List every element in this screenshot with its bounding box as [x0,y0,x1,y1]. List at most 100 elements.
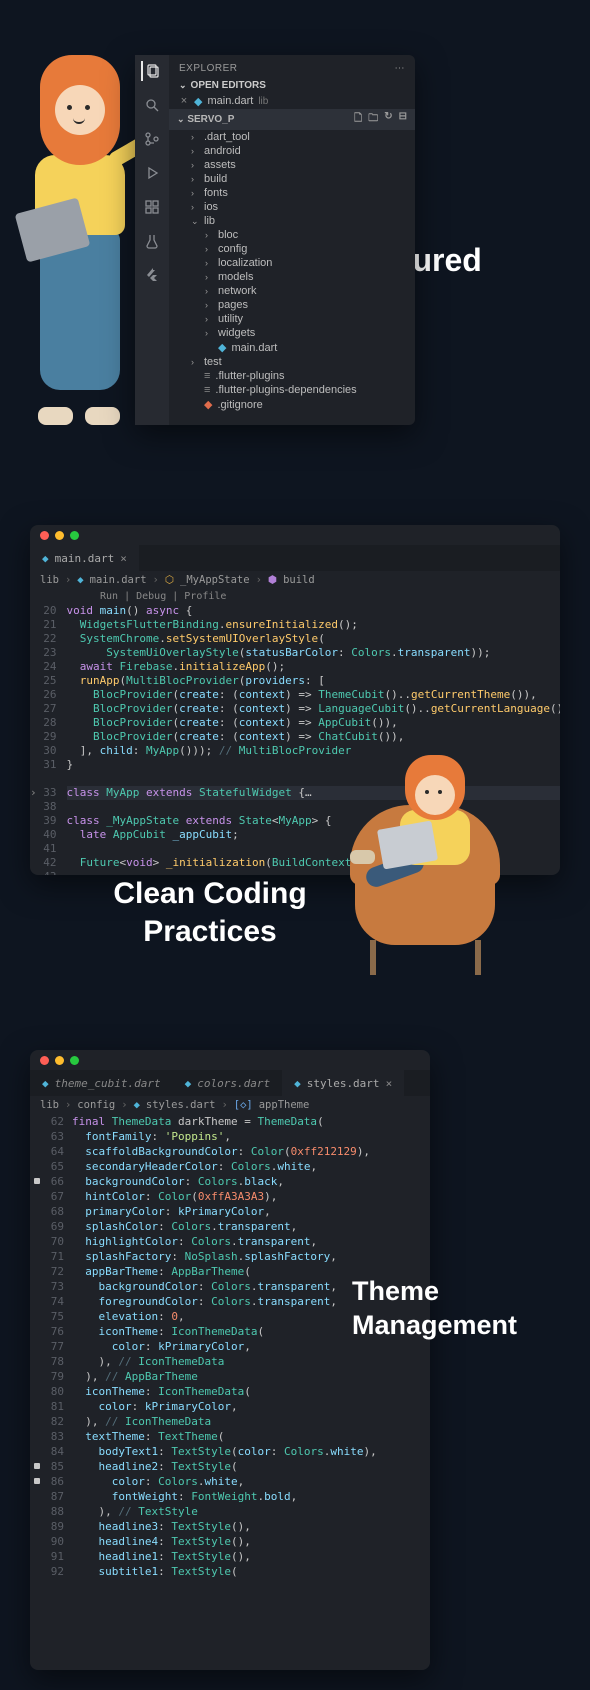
breadcrumb[interactable]: lib› ◆ main.dart› ⬡ _MyAppState› ⬢ build [30,571,560,589]
more-icon[interactable]: ⋯ [395,63,406,74]
tab-theme_cubit-dart[interactable]: ◆theme_cubit.dart [30,1070,173,1096]
code-line[interactable]: secondaryHeaderColor: Colors.white, [72,1159,430,1174]
source-control-icon[interactable] [142,129,162,149]
code-lines[interactable]: final ThemeData darkTheme = ThemeData( f… [72,1114,430,1579]
code-line[interactable]: BlocProvider(create: (context) => Langua… [67,702,561,716]
breadcrumb-item[interactable]: build [283,574,315,586]
code-line[interactable]: ), // IconThemeData [72,1414,430,1429]
folder-item[interactable]: ›fonts [169,186,415,200]
code-line[interactable]: highlightColor: Colors.transparent, [72,1234,430,1249]
code-line[interactable]: await Firebase.initializeApp(); [67,660,561,674]
code-line[interactable]: final ThemeData darkTheme = ThemeData( [72,1114,430,1129]
code-line[interactable]: backgroundColor: Colors.black, [72,1174,430,1189]
new-file-icon[interactable]: 🗋 [354,111,362,128]
dart-file-icon: ◆ [42,1077,49,1090]
code-line[interactable]: runApp(MultiBlocProvider(providers: [ [67,674,561,688]
code-line[interactable]: scaffoldBackgroundColor: Color(0xff21212… [72,1144,430,1159]
code-line[interactable]: BlocProvider(create: (context) => ChatCu… [67,730,561,744]
close-tab-icon[interactable]: × [386,1077,393,1090]
maximize-window-icon[interactable] [70,531,79,540]
folder-item[interactable]: ›bloc [169,228,415,242]
folder-item[interactable]: ›utility [169,312,415,326]
code-line[interactable]: BlocProvider(create: (context) => AppCub… [67,716,561,730]
code-line[interactable]: headline3: TextStyle(), [72,1519,430,1534]
close-window-icon[interactable] [40,531,49,540]
refresh-icon[interactable]: ↻ [384,111,392,128]
code-area[interactable]: 6263646566676869707172737475767778798081… [30,1114,430,1579]
tab-main-dart[interactable]: ◆ main.dart × [30,545,139,571]
testing-icon[interactable] [142,231,162,251]
file-item[interactable]: ◆main.dart [169,340,415,355]
file-item[interactable]: ≡.flutter-plugins [169,369,415,383]
code-line[interactable]: splashColor: Colors.transparent, [72,1219,430,1234]
file-item[interactable]: ◆.gitignore [169,397,415,412]
folder-item[interactable]: ›models [169,270,415,284]
folder-item[interactable]: ›android [169,144,415,158]
open-editors-section[interactable]: ⌄ OPEN EDITORS [169,78,415,93]
folder-item[interactable]: ›build [169,172,415,186]
code-line[interactable]: ), // AppBarTheme [72,1369,430,1384]
code-line[interactable]: SystemChrome.setSystemUIOverlayStyle( [67,632,561,646]
code-line[interactable]: bodyText1: TextStyle(color: Colors.white… [72,1444,430,1459]
breadcrumb-item[interactable]: lib [40,574,59,586]
folder-item[interactable]: ⌄lib [169,214,415,228]
code-line[interactable]: splashFactory: NoSplash.splashFactory, [72,1249,430,1264]
folder-item[interactable]: ›widgets [169,326,415,340]
files-icon[interactable] [141,61,161,81]
maximize-window-icon[interactable] [70,1056,79,1065]
code-line[interactable]: SystemUiOverlayStyle(statusBarColor: Col… [67,646,561,660]
folder-item[interactable]: ›assets [169,158,415,172]
breadcrumb-item[interactable]: _MyAppState [180,574,250,586]
code-line[interactable]: iconTheme: IconThemeData( [72,1384,430,1399]
code-line[interactable]: ), // TextStyle [72,1504,430,1519]
folder-item[interactable]: ›localization [169,256,415,270]
open-editor-item[interactable]: × ◆ main.dart lib [169,93,415,109]
file-item[interactable]: ≡.flutter-plugins-dependencies [169,383,415,397]
extensions-icon[interactable] [142,197,162,217]
new-folder-icon[interactable]: 🗀 [368,111,378,128]
breadcrumb-item[interactable]: appTheme [259,1099,310,1111]
close-tab-icon[interactable]: × [120,552,127,565]
flutter-icon[interactable] [142,265,162,285]
code-line[interactable]: headline1: TextStyle(), [72,1549,430,1564]
close-window-icon[interactable] [40,1056,49,1065]
folder-item[interactable]: ›test [169,355,415,369]
code-line[interactable]: hintColor: Color(0xffA3A3A3), [72,1189,430,1204]
minimize-window-icon[interactable] [55,531,64,540]
tree-item-label: network [218,285,257,297]
code-line[interactable]: color: Colors.white, [72,1474,430,1489]
file-tree: ›.dart_tool›android›assets›build›fonts›i… [169,130,415,412]
project-section[interactable]: ⌄ SERVO_P 🗋 🗀 ↻ ⊟ [169,109,415,130]
tab-colors-dart[interactable]: ◆colors.dart [173,1070,282,1096]
code-line[interactable]: headline2: TextStyle( [72,1459,430,1474]
breadcrumb-item[interactable]: main.dart [90,574,147,586]
search-icon[interactable] [142,95,162,115]
code-line[interactable]: headline4: TextStyle(), [72,1534,430,1549]
folder-item[interactable]: ›network [169,284,415,298]
code-lens-run[interactable]: Run | Debug | Profile [30,589,560,604]
code-line[interactable]: primaryColor: kPrimaryColor, [72,1204,430,1219]
code-line[interactable]: fontFamily: 'Poppins', [72,1129,430,1144]
close-icon[interactable]: × [179,95,189,107]
folder-item[interactable]: ›pages [169,298,415,312]
code-line[interactable]: color: kPrimaryColor, [72,1399,430,1414]
folder-item[interactable]: ›config [169,242,415,256]
breadcrumb[interactable]: lib› config› ◆ styles.dart› [◇] appTheme [30,1096,430,1114]
folder-item[interactable]: ›.dart_tool [169,130,415,144]
breadcrumb-item[interactable]: config [77,1099,115,1111]
code-line[interactable]: ), // IconThemeData [72,1354,430,1369]
code-line[interactable]: textTheme: TextTheme( [72,1429,430,1444]
code-line[interactable]: fontWeight: FontWeight.bold, [72,1489,430,1504]
code-line[interactable]: WidgetsFlutterBinding.ensureInitialized(… [67,618,561,632]
tab-styles-dart[interactable]: ◆styles.dart× [282,1070,404,1096]
debug-icon[interactable] [142,163,162,183]
collapse-icon[interactable]: ⊟ [399,111,407,128]
code-line[interactable]: subtitle1: TextStyle( [72,1564,430,1579]
breadcrumb-item[interactable]: lib [40,1099,59,1111]
tree-item-label: .dart_tool [204,131,250,143]
code-line[interactable]: void main() async { [67,604,561,618]
breadcrumb-item[interactable]: styles.dart [146,1099,216,1111]
folder-item[interactable]: ›ios [169,200,415,214]
minimize-window-icon[interactable] [55,1056,64,1065]
code-line[interactable]: BlocProvider(create: (context) => ThemeC… [67,688,561,702]
